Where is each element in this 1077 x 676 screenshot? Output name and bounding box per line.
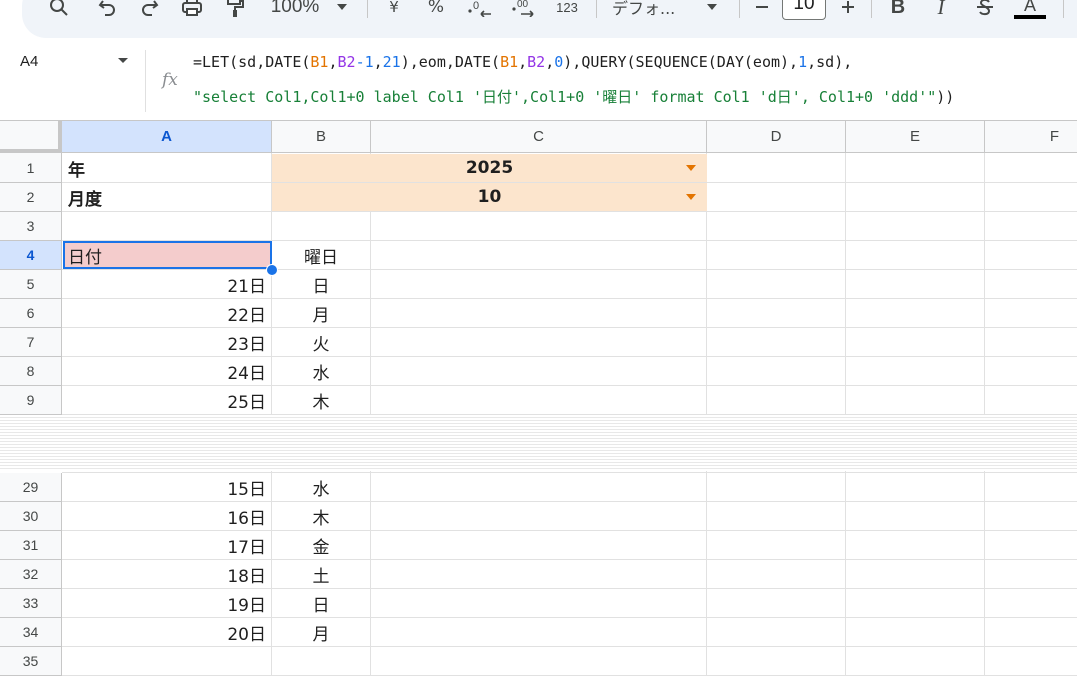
toolbar-divider <box>739 0 740 18</box>
row-header[interactable]: 8 <box>0 357 62 386</box>
formula-bar-divider <box>145 50 146 112</box>
column-header-c[interactable]: C <box>371 121 707 153</box>
row-header[interactable]: 31 <box>0 531 62 560</box>
cell-date[interactable]: 20日 <box>63 618 271 646</box>
cell-date[interactable]: 15日 <box>63 473 271 501</box>
redo-icon[interactable] <box>137 0 163 20</box>
row-header[interactable]: 5 <box>0 270 62 299</box>
increase-font-size-icon[interactable] <box>838 0 858 20</box>
toolbar-divider <box>367 0 368 18</box>
cell-a1[interactable]: 年 <box>63 154 271 182</box>
cell-date[interactable]: 16日 <box>63 502 271 530</box>
select-all-corner[interactable] <box>0 121 62 153</box>
print-icon[interactable] <box>178 0 206 20</box>
row-header[interactable]: 32 <box>0 560 62 589</box>
cell-weekday[interactable]: 日 <box>272 270 370 298</box>
fx-icon: fx <box>162 70 178 90</box>
row-header-selected[interactable]: 4 <box>0 241 62 270</box>
cell-weekday[interactable]: 水 <box>272 357 370 385</box>
column-header-e[interactable]: E <box>846 121 985 153</box>
row-header[interactable]: 1 <box>0 153 62 183</box>
name-box[interactable]: A4 <box>20 53 38 70</box>
percent-format-button[interactable]: % <box>424 0 448 20</box>
hidden-rows-indicator[interactable] <box>0 415 1077 471</box>
cell-date[interactable]: 21日 <box>63 270 271 298</box>
italic-icon[interactable]: I <box>929 0 953 20</box>
search-menus-icon[interactable] <box>46 0 72 20</box>
cell-date[interactable]: 19日 <box>63 589 271 617</box>
text-color-swatch <box>1014 14 1046 19</box>
row-header[interactable]: 33 <box>0 589 62 618</box>
active-cell-selection <box>63 241 272 269</box>
toolbar-divider <box>871 0 872 18</box>
more-formats-button[interactable]: 123 <box>553 0 581 20</box>
cell-weekday[interactable]: 金 <box>272 531 370 559</box>
name-box-chevron-down-icon[interactable] <box>118 58 128 63</box>
column-header-a[interactable]: A <box>62 121 272 153</box>
cell-weekday[interactable]: 木 <box>272 386 370 414</box>
font-chevron-down-icon[interactable] <box>704 0 720 20</box>
cell-date[interactable]: 22日 <box>63 299 271 327</box>
cell-weekday[interactable]: 火 <box>272 328 370 356</box>
zoom-chevron-down-icon[interactable] <box>334 0 350 20</box>
strikethrough-icon[interactable] <box>972 0 998 20</box>
svg-text:00: 00 <box>517 0 529 10</box>
cell-b2-month-dropdown[interactable]: 10 <box>272 183 707 211</box>
currency-format-button[interactable]: ¥ <box>384 0 404 20</box>
paint-format-icon[interactable] <box>222 0 248 20</box>
cell-weekday[interactable]: 月 <box>272 299 370 327</box>
zoom-select[interactable]: 100% <box>267 0 323 20</box>
row-header[interactable]: 30 <box>0 502 62 531</box>
column-header-b[interactable]: B <box>272 121 371 153</box>
cell-weekday[interactable]: 土 <box>272 560 370 588</box>
decrease-font-size-icon[interactable] <box>752 0 772 20</box>
column-header-f[interactable]: F <box>985 121 1077 153</box>
bold-icon[interactable]: B <box>886 0 910 20</box>
row-header[interactable]: 29 <box>0 473 62 502</box>
font-family-select[interactable]: デフォ... <box>612 0 692 20</box>
row-header[interactable]: 34 <box>0 618 62 647</box>
toolbar: 100% ¥ % 0 00 123 デフォ... 10 B I A <box>0 0 1077 42</box>
column-header-d[interactable]: D <box>707 121 846 153</box>
row-header[interactable]: 3 <box>0 212 62 241</box>
toolbar-divider <box>1063 0 1064 18</box>
text-color-icon[interactable]: A <box>1013 0 1047 20</box>
dropdown-arrow-icon[interactable] <box>686 165 696 171</box>
svg-text:0: 0 <box>473 0 479 12</box>
cell-weekday[interactable]: 月 <box>272 618 370 646</box>
fill-handle[interactable] <box>266 264 278 276</box>
cell-b4[interactable]: 曜日 <box>272 241 370 269</box>
cell-date[interactable]: 18日 <box>63 560 271 588</box>
toolbar-divider <box>596 0 597 18</box>
undo-icon[interactable] <box>94 0 120 20</box>
formula-input-line-1[interactable]: =LET(sd,DATE(B1,B2-1,21),eom,DATE(B1,B2,… <box>193 53 852 71</box>
cell-date[interactable]: 17日 <box>63 531 271 559</box>
decrease-decimal-icon[interactable]: 0 <box>466 0 494 20</box>
cell-weekday[interactable]: 日 <box>272 589 370 617</box>
row-header[interactable]: 2 <box>0 183 62 212</box>
font-size-input[interactable]: 10 <box>782 0 826 20</box>
cell-a2[interactable]: 月度 <box>63 183 271 211</box>
row-header[interactable]: 35 <box>0 647 62 676</box>
cell-weekday[interactable]: 木 <box>272 502 370 530</box>
row-header[interactable]: 9 <box>0 386 62 415</box>
cell-date[interactable]: 24日 <box>63 357 271 385</box>
cell-weekday[interactable]: 水 <box>272 473 370 501</box>
text-color-letter: A <box>1023 0 1036 15</box>
formula-bar: A4 fx =LET(sd,DATE(B1,B2-1,21),eom,DATE(… <box>0 42 1077 121</box>
cell-b1-year-dropdown[interactable]: 2025 <box>272 154 707 182</box>
cell-date[interactable]: 25日 <box>63 386 271 414</box>
dropdown-arrow-icon[interactable] <box>686 194 696 200</box>
row-header[interactable]: 6 <box>0 299 62 328</box>
increase-decimal-icon[interactable]: 00 <box>510 0 538 20</box>
formula-input-line-2[interactable]: "select Col1,Col1+0 label Col1 '日付',Col1… <box>193 86 954 107</box>
cell-date[interactable]: 23日 <box>63 328 271 356</box>
row-header[interactable]: 7 <box>0 328 62 357</box>
